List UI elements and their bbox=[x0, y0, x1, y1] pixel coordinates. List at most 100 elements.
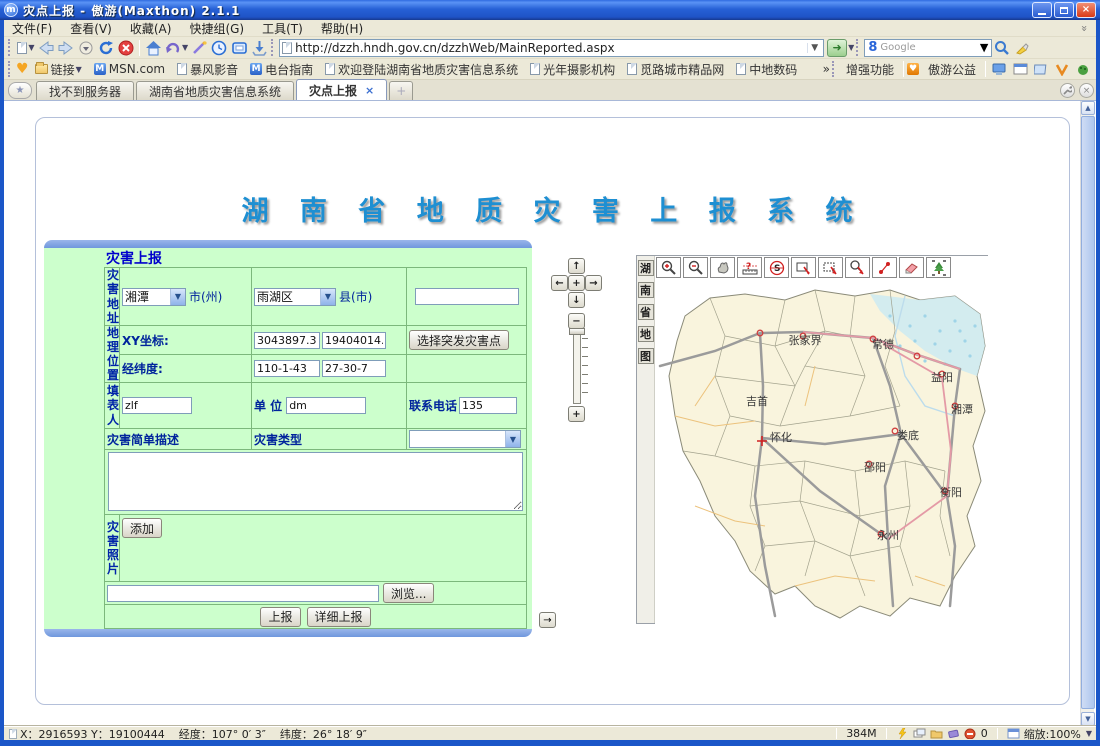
map-identify-button[interactable] bbox=[845, 257, 870, 278]
menu-file[interactable]: 文件(F) bbox=[12, 20, 52, 37]
zoom-window-icon[interactable] bbox=[1007, 728, 1020, 739]
url-text[interactable]: http://dzzh.hndh.gov.cn/dzzhWeb/MainRepo… bbox=[295, 41, 807, 55]
detail-submit-button[interactable]: 详细上报 bbox=[307, 607, 371, 627]
center-button[interactable]: + bbox=[568, 275, 585, 291]
tab-close-all-button[interactable]: × bbox=[1079, 83, 1094, 98]
plugin-computer-icon[interactable] bbox=[992, 63, 1007, 76]
plugin-window-icon[interactable] bbox=[1013, 63, 1028, 76]
map-select-rect-button[interactable] bbox=[791, 257, 816, 278]
favorites-heart-icon[interactable]: ♥ bbox=[16, 61, 29, 77]
bookmarks-overflow[interactable]: » bbox=[823, 62, 830, 76]
tab-tools-wrench-button[interactable] bbox=[1060, 83, 1075, 98]
enhance-features-button[interactable]: 增强功能 bbox=[846, 61, 894, 78]
back-button[interactable] bbox=[36, 38, 56, 58]
unit-input[interactable] bbox=[286, 397, 366, 414]
plugin-notes-icon[interactable] bbox=[1034, 63, 1049, 76]
scroll-up-icon[interactable]: ▲ bbox=[1081, 101, 1095, 115]
search-input[interactable]: Google bbox=[880, 42, 979, 53]
browse-button[interactable]: 浏览... bbox=[383, 583, 434, 603]
bookmark-msn[interactable]: MMSN.com bbox=[94, 62, 165, 76]
bookmark-storm-player[interactable]: 暴风影音 bbox=[177, 61, 238, 78]
stop-button[interactable] bbox=[116, 38, 136, 58]
pan-left-button[interactable]: ← bbox=[551, 275, 568, 291]
menu-view[interactable]: 查看(V) bbox=[70, 20, 112, 37]
menu-help[interactable]: 帮助(H) bbox=[321, 20, 363, 37]
add-photo-button[interactable]: 添加 bbox=[122, 518, 162, 538]
close-button[interactable]: × bbox=[1076, 2, 1096, 18]
phone-input[interactable] bbox=[459, 397, 517, 414]
side-char-button[interactable]: 南 bbox=[638, 282, 654, 298]
address-bar[interactable]: http://dzzh.hndh.gov.cn/dzzhWeb/MainRepo… bbox=[279, 39, 824, 57]
bookmark-zhongdi-digital[interactable]: 中地数码 bbox=[736, 61, 797, 78]
reporter-name-input[interactable] bbox=[122, 397, 192, 414]
map-eraser-button[interactable] bbox=[899, 257, 924, 278]
bookmark-city-boutique[interactable]: 觅路城市精品网 bbox=[627, 61, 724, 78]
map-clear-select-button[interactable] bbox=[818, 257, 843, 278]
zoom-out-step-button[interactable]: − bbox=[568, 313, 585, 329]
scrollbar-thumb[interactable] bbox=[1081, 116, 1095, 709]
tab-disaster-report[interactable]: 灾点上报× bbox=[296, 79, 387, 100]
history-dropdown-button[interactable] bbox=[76, 38, 96, 58]
go-button[interactable]: ➜ bbox=[827, 39, 847, 57]
side-char-button[interactable]: 省 bbox=[638, 304, 654, 320]
history-clock-button[interactable] bbox=[209, 38, 229, 58]
new-tab-plus-button[interactable]: + bbox=[389, 81, 413, 100]
hunan-map[interactable]: 张家界常德益阳吉首怀化娄底邵阳衡阳永州湘潭 bbox=[655, 256, 989, 625]
go-dropdown-icon[interactable]: ▼ bbox=[848, 43, 854, 52]
file-path-input[interactable] bbox=[107, 585, 379, 602]
zoom-in-step-button[interactable]: + bbox=[568, 406, 585, 422]
county-select[interactable]: 雨湖区▼ bbox=[254, 288, 336, 306]
side-char-button[interactable]: 地 bbox=[638, 326, 654, 342]
highlight-button[interactable] bbox=[1012, 38, 1032, 58]
latitude-input[interactable] bbox=[322, 360, 386, 377]
maxthon-charity-link[interactable]: 傲游公益 bbox=[928, 61, 976, 78]
new-tab-button[interactable]: ▼ bbox=[16, 38, 36, 58]
undo-button[interactable]: ▼ bbox=[163, 38, 189, 58]
pan-right-button[interactable]: → bbox=[585, 275, 602, 291]
minimize-button[interactable] bbox=[1032, 2, 1052, 18]
pick-disaster-point-button[interactable]: 选择突发灾害点 bbox=[409, 330, 509, 350]
zoom-slider-track[interactable] bbox=[573, 330, 581, 404]
disaster-type-select[interactable]: ▼ bbox=[409, 430, 521, 448]
windows-cascade-icon[interactable] bbox=[913, 728, 926, 739]
longitude-input[interactable] bbox=[254, 360, 320, 377]
session-star-button[interactable]: ★ bbox=[8, 82, 32, 99]
status-folder-icon[interactable] bbox=[930, 728, 943, 739]
map-zoom-out-button[interactable] bbox=[683, 257, 708, 278]
map-scale-button[interactable]: S bbox=[764, 257, 789, 278]
home-button[interactable] bbox=[143, 38, 163, 58]
scroll-down-icon[interactable]: ▼ bbox=[1081, 712, 1095, 726]
pan-down-button[interactable]: ↓ bbox=[568, 292, 585, 308]
side-char-button[interactable]: 湖 bbox=[638, 260, 654, 276]
forward-button[interactable] bbox=[56, 38, 76, 58]
zoom-level[interactable]: 缩放:100% bbox=[1024, 726, 1081, 742]
capture-button[interactable] bbox=[229, 38, 249, 58]
address-detail-input[interactable] bbox=[415, 288, 519, 305]
bookmark-hunan-geo-system[interactable]: 欢迎登陆湖南省地质灾害信息系统 bbox=[325, 61, 518, 78]
refresh-button[interactable] bbox=[96, 38, 116, 58]
pan-up-button[interactable]: ↑ bbox=[568, 258, 585, 274]
description-textarea[interactable] bbox=[108, 452, 523, 511]
search-go-button[interactable] bbox=[992, 38, 1012, 58]
menu-tools[interactable]: 工具(T) bbox=[262, 20, 303, 37]
side-char-button[interactable]: 图 bbox=[638, 348, 654, 364]
panel-expand-button[interactable]: → bbox=[539, 612, 556, 628]
plugin-v-icon[interactable] bbox=[1055, 63, 1070, 76]
map-zoom-in-button[interactable] bbox=[656, 257, 681, 278]
x-coordinate-input[interactable] bbox=[254, 332, 320, 349]
boost-lightning-icon[interactable] bbox=[896, 728, 909, 739]
url-dropdown-arrow-icon[interactable]: ▼ bbox=[807, 43, 821, 53]
map-draw-point-button[interactable] bbox=[872, 257, 897, 278]
magic-fill-button[interactable] bbox=[189, 38, 209, 58]
restore-button[interactable] bbox=[1054, 2, 1074, 18]
zoom-dropdown-icon[interactable]: ▼ bbox=[1086, 729, 1092, 738]
map-measure-button[interactable]: ? bbox=[737, 257, 762, 278]
map-pan-button[interactable] bbox=[710, 257, 735, 278]
status-eraser-icon[interactable] bbox=[947, 728, 960, 739]
popup-blocker-icon[interactable] bbox=[964, 728, 977, 739]
tab-server-not-found[interactable]: 找不到服务器 bbox=[36, 81, 134, 100]
submit-button[interactable]: 上报 bbox=[260, 607, 300, 627]
zoom-slider-handle[interactable] bbox=[569, 328, 585, 335]
menu-groups[interactable]: 快捷组(G) bbox=[189, 20, 244, 37]
y-coordinate-input[interactable] bbox=[322, 332, 386, 349]
